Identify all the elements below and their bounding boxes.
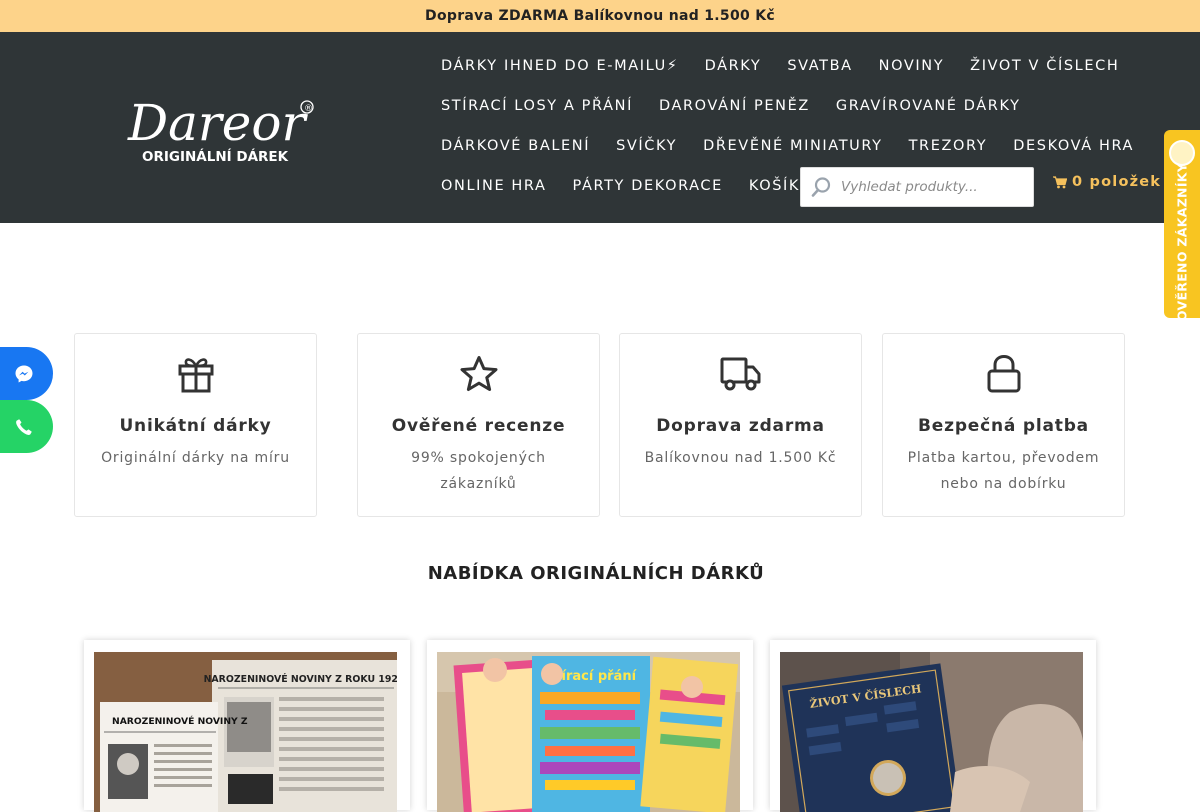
nav-item-money-gifts[interactable]: DAROVÁNÍ PENĚZ xyxy=(659,98,810,114)
nav-item-engraved-gifts[interactable]: GRAVÍROVANÉ DÁRKY xyxy=(836,98,1021,114)
feature-title: Ověřené recenze xyxy=(391,416,566,436)
product-search xyxy=(800,167,1034,207)
feature-description: 99% spokojených zákazníků xyxy=(411,450,546,492)
feature-description: Platba kartou, převodem nebo na dobírku xyxy=(907,450,1100,492)
nav-item-online-game[interactable]: ONLINE HRA xyxy=(441,178,547,194)
messenger-button[interactable] xyxy=(0,347,53,400)
cart-icon xyxy=(1053,175,1067,188)
nav-item-cart[interactable]: KOŠÍK xyxy=(749,178,800,194)
feature-free-shipping: Doprava zdarma Balíkovnou nad 1.500 Kč xyxy=(619,333,862,517)
nav-item-gift-wrap[interactable]: DÁRKOVÉ BALENÍ xyxy=(441,138,590,154)
feature-description: Balíkovnou nad 1.500 Kč xyxy=(644,450,837,466)
verified-reviews-tab[interactable]: OVĚŘENO ZÁKAZNÍKY xyxy=(1164,130,1200,322)
cart-summary[interactable]: 0 položek xyxy=(1053,172,1161,192)
gift-icon xyxy=(178,358,213,393)
feature-verified-reviews: Ověřené recenze 99% spokojených zákazník… xyxy=(357,333,600,517)
site-header: Dareor ® ORIGINÁLNÍ DÁREK DÁRKY IHNED DO… xyxy=(0,32,1200,223)
nav-item-newspaper[interactable]: NOVINY xyxy=(879,58,945,74)
main-nav-row-1: DÁRKY IHNED DO E-MAILU⚡ DÁRKY SVATBA NOV… xyxy=(441,56,1145,76)
product-image[interactable]: NAROZENINOVÉ NOVINY Z ROKU 1924 NAROZENI… xyxy=(94,652,397,812)
promo-bar: Doprava ZDARMA Balíkovnou nad 1.500 Kč xyxy=(0,0,1200,32)
nav-item-wooden-miniatures[interactable]: DŘEVĚNÉ MINIATURY xyxy=(703,138,882,154)
feature-title: Unikátní dárky xyxy=(119,416,272,436)
truck-icon xyxy=(720,357,760,391)
nav-item-board-game[interactable]: DESKOVÁ HRA xyxy=(1013,138,1134,154)
registered-mark: ® xyxy=(304,104,313,114)
section-heading: NABÍDKA ORIGINÁLNÍCH DÁRKŮ xyxy=(427,563,765,584)
search-icon[interactable] xyxy=(801,167,841,207)
cart-count: 0 položek xyxy=(1072,174,1162,190)
lock-icon xyxy=(987,354,1020,393)
nav-item-life-in-numbers[interactable]: ŽIVOT V ČÍSLECH xyxy=(970,58,1119,74)
nav-item-party-decor[interactable]: PÁRTY DEKORACE xyxy=(573,178,723,194)
feature-title: Doprava zdarma xyxy=(656,416,825,436)
main-nav-row-3: DÁRKOVÉ BALENÍ SVÍČKY DŘEVĚNÉ MINIATURY … xyxy=(441,136,1160,156)
logo-mark: Dareor ® ORIGINÁLNÍ DÁREK xyxy=(127,94,314,165)
product-card-newspaper[interactable]: NAROZENINOVÉ NOVINY Z ROKU 1924 NAROZENI… xyxy=(84,640,410,812)
nav-item-candles[interactable]: SVÍČKY xyxy=(616,138,677,154)
logo[interactable]: Dareor ® ORIGINÁLNÍ DÁREK xyxy=(126,90,321,170)
logo-tagline: ORIGINÁLNÍ DÁREK xyxy=(142,148,289,165)
phone-button[interactable] xyxy=(0,400,53,453)
newspaper-headline-front: NAROZENINOVÉ NOVINY Z xyxy=(112,715,248,727)
nav-item-email-gifts[interactable]: DÁRKY IHNED DO E-MAILU⚡ xyxy=(441,58,679,74)
star-icon xyxy=(460,356,497,391)
feature-description: Originální dárky na míru xyxy=(101,450,290,466)
newspaper-headline-back: NAROZENINOVÉ NOVINY Z ROKU 1924 xyxy=(204,673,397,685)
verified-label: OVĚŘENO ZÁKAZNÍKY xyxy=(1174,162,1190,322)
nav-item-scratch-cards[interactable]: STÍRACÍ LOSY A PŘÁNÍ xyxy=(441,98,633,114)
messenger-icon xyxy=(15,365,32,382)
nav-item-safes[interactable]: TREZORY xyxy=(909,138,988,154)
logo-wordmark: Dareor xyxy=(127,94,308,152)
feature-unique-gifts: Unikátní dárky Originální dárky na míru xyxy=(74,333,317,517)
feature-title: Bezpečná platba xyxy=(918,416,1089,436)
feature-secure-payment: Bezpečná platba Platba kartou, převodem … xyxy=(882,333,1125,517)
promo-text: Doprava ZDARMA Balíkovnou nad 1.500 Kč xyxy=(425,8,775,24)
nav-item-gifts[interactable]: DÁRKY xyxy=(705,58,762,74)
search-input[interactable] xyxy=(841,179,1026,195)
product-image[interactable]: Stírací přání xyxy=(437,652,740,812)
product-image[interactable]: ŽIVOT V ČÍSLECH xyxy=(780,652,1083,812)
product-card-life-in-numbers[interactable]: ŽIVOT V ČÍSLECH xyxy=(770,640,1096,812)
product-card-scratch-wish[interactable]: Stírací přání xyxy=(427,640,753,812)
main-nav-row-2: STÍRACÍ LOSY A PŘÁNÍ DAROVÁNÍ PENĚZ GRAV… xyxy=(441,96,1047,116)
nav-item-wedding[interactable]: SVATBA xyxy=(787,58,852,74)
phone-icon xyxy=(15,418,32,435)
main-nav-row-4: ONLINE HRA PÁRTY DEKORACE KOŠÍK xyxy=(441,176,826,196)
